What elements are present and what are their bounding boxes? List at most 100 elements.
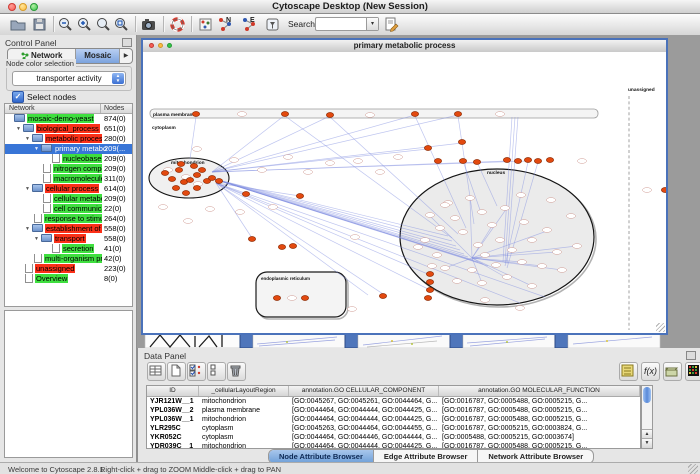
- unselect-attributes-icon[interactable]: [207, 362, 226, 381]
- zoom-fit-icon[interactable]: [95, 16, 112, 33]
- file-icon: [43, 194, 51, 203]
- formula-builder-icon[interactable]: f(x): [641, 362, 660, 381]
- color-attribute-dropdown[interactable]: transporter activity ▲▼: [12, 71, 126, 86]
- import-attributes-icon[interactable]: [663, 362, 682, 381]
- zoom-in-icon[interactable]: [76, 16, 93, 33]
- tree-row[interactable]: macromolecule311(0): [5, 174, 132, 184]
- unselected-node: [466, 196, 475, 201]
- unselected-node: [304, 170, 313, 175]
- table-cell: [GO:0016787, GO:0005488, GO:0005215, G..…: [439, 442, 640, 449]
- table-cell: [GO:0016787, GO:0005215, GO:0003824, G..…: [439, 424, 640, 433]
- tree-row[interactable]: ▼biological_process651(0): [5, 124, 132, 134]
- background-windows-strip[interactable]: [137, 333, 700, 348]
- tree-row[interactable]: response to stimulu264(0): [5, 214, 132, 224]
- delete-attribute-icon[interactable]: [227, 362, 246, 381]
- table-scrollbar[interactable]: ▲ ▼: [641, 385, 653, 449]
- unselected-node: [496, 238, 505, 243]
- control-panel: Control Panel Network Mosaic ▶ Node colo…: [0, 35, 137, 462]
- collapse-arrow-icon[interactable]: ▼: [25, 184, 32, 194]
- window-resize-grip[interactable]: [656, 323, 665, 332]
- float-panel-icon[interactable]: [122, 38, 132, 47]
- tree-row[interactable]: Overview8(0): [5, 274, 132, 284]
- unselected-node: [288, 296, 297, 301]
- table-row[interactable]: YLR295Ccytoplasm[GO:0045263, GO:0044464,…: [147, 424, 640, 433]
- collapse-arrow-icon[interactable]: ▼: [25, 224, 32, 234]
- heatmap-icon[interactable]: [685, 362, 700, 381]
- more-tabs-button[interactable]: ▶: [120, 49, 132, 63]
- tree-row-node-count: 311(0): [102, 174, 132, 184]
- open-file-icon[interactable]: [9, 16, 26, 33]
- tree-row[interactable]: ▼primary metabo209(...: [5, 144, 132, 154]
- table-row[interactable]: YJR121W__1mitochondrion[GO:0045267, GO:0…: [147, 397, 640, 406]
- tree-row[interactable]: ▼establishment of lo558(0): [5, 224, 132, 234]
- highlighted-node: [296, 194, 303, 199]
- dropdown-stepper-icon[interactable]: ▲▼: [112, 73, 124, 84]
- tree-row[interactable]: cell communicat22(0): [5, 204, 132, 214]
- collapse-arrow-icon[interactable]: ▼: [34, 144, 41, 154]
- table-row[interactable]: YDR039C__1mitochondrion[GO:0044464, GO:0…: [147, 442, 640, 449]
- tree-row-node-count: 209(0): [102, 154, 132, 164]
- tree-row[interactable]: multi-organism pro42(0): [5, 254, 132, 264]
- edge-vizmapper-icon[interactable]: E: [241, 16, 258, 33]
- table-row[interactable]: YPL036W__1mitochondrion[GO:0044464, GO:0…: [147, 415, 640, 424]
- select-nodes-checkbox[interactable]: ✓: [12, 91, 24, 103]
- network-edge: [190, 117, 196, 159]
- annotation-icon[interactable]: [197, 16, 214, 33]
- tree-row-label: macromolecule: [53, 174, 106, 183]
- column-cellular-component: annotation.GO CELLULAR_COMPONENT: [289, 386, 439, 396]
- vizmapper-icon[interactable]: N: [217, 16, 234, 33]
- tree-row[interactable]: ▼metabolic process280(0): [5, 134, 132, 144]
- help-icon[interactable]: [169, 16, 186, 33]
- select-attributes-icon[interactable]: [187, 362, 206, 381]
- save-icon[interactable]: [31, 16, 48, 33]
- network-tree-header[interactable]: Network Nodes: [5, 104, 132, 114]
- attribute-table-icon[interactable]: [147, 362, 166, 381]
- scrollbar-thumb[interactable]: [643, 387, 651, 403]
- search-input[interactable]: ▾: [315, 17, 379, 31]
- collapse-arrow-icon[interactable]: ▼: [16, 124, 23, 134]
- birdseye-view-panel[interactable]: [4, 310, 133, 458]
- app-resize-grip[interactable]: [688, 464, 698, 474]
- tree-row-label: biological_process: [36, 124, 100, 133]
- search-dropdown-button[interactable]: ▾: [366, 18, 378, 30]
- tree-row[interactable]: mosaic-demo-yeast874(0): [5, 114, 132, 124]
- table-cell: cytoplasm: [199, 433, 289, 442]
- table-row[interactable]: YKR052Ccytoplasm[GO:0044464, GO:0044446,…: [147, 433, 640, 442]
- attribute-table[interactable]: ID _cellularLayoutRegion annotation.GO C…: [146, 385, 641, 449]
- network-edge: [216, 183, 430, 275]
- attribute-notes-icon[interactable]: [619, 362, 638, 381]
- float-panel-icon[interactable]: [686, 351, 696, 360]
- unselected-node: [184, 219, 193, 224]
- tree-row[interactable]: nitrogen compo209(0): [5, 164, 132, 174]
- tree-row[interactable]: nucleobase-209(0): [5, 154, 132, 164]
- tree-row[interactable]: secretion41(0): [5, 244, 132, 254]
- tree-row[interactable]: ▼transport558(0): [5, 234, 132, 244]
- highlighted-node: [177, 162, 184, 167]
- tree-row-node-count: 22(0): [102, 204, 132, 214]
- new-attribute-icon[interactable]: [167, 362, 186, 381]
- svg-text:E: E: [250, 17, 255, 24]
- file-icon: [25, 264, 33, 273]
- highlighted-node: [172, 186, 179, 191]
- zoom-selected-icon[interactable]: [113, 16, 130, 33]
- collapse-arrow-icon[interactable]: ▼: [34, 234, 41, 244]
- network-canvas[interactable]: plasma membranecytoplasmnucleusmitochond…: [143, 52, 666, 333]
- collapse-arrow-icon[interactable]: ▼: [25, 134, 32, 144]
- unselected-node: [488, 223, 497, 228]
- tab-mosaic[interactable]: Mosaic: [76, 49, 120, 63]
- tree-row[interactable]: unassigned223(0): [5, 264, 132, 274]
- attribute-table-header[interactable]: ID _cellularLayoutRegion annotation.GO C…: [147, 386, 640, 397]
- table-row[interactable]: YPL036W__2plasma membrane[GO:0044464, GO…: [147, 406, 640, 415]
- filter-icon[interactable]: [264, 16, 281, 33]
- highlighted-node: [192, 112, 199, 117]
- tree-row[interactable]: ▼cellular process614(0): [5, 184, 132, 194]
- toolbar-separator: [53, 16, 54, 32]
- status-pan-hint: Middle-click + drag to PAN: [193, 465, 281, 474]
- snapshot-icon[interactable]: [140, 16, 157, 33]
- scroll-down-icon[interactable]: ▼: [642, 438, 652, 448]
- unselected-node: [520, 220, 529, 225]
- tree-row[interactable]: cellular metabol209(0): [5, 194, 132, 204]
- attribute-editor-icon[interactable]: [383, 16, 400, 33]
- zoom-out-icon[interactable]: [57, 16, 74, 33]
- network-view-window[interactable]: primary metabolic process plasma membran…: [141, 38, 668, 335]
